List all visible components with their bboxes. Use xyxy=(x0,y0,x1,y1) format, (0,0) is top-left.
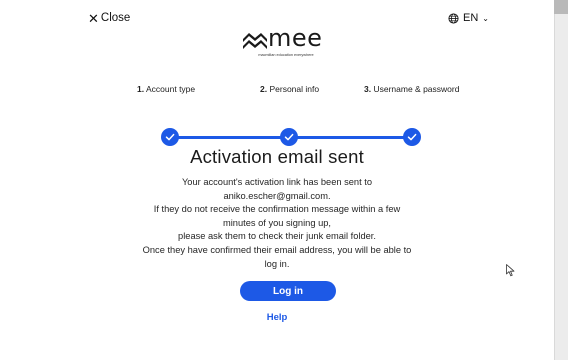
help-link[interactable]: Help xyxy=(0,312,554,323)
step-2-complete-indicator xyxy=(280,128,298,146)
step-2-text: Personal info xyxy=(269,84,320,94)
message-line: Once they have confirmed their email add… xyxy=(142,244,412,255)
message-line: Your account's activation link has been … xyxy=(181,177,373,187)
close-icon: ✕ xyxy=(88,10,99,26)
step-1-number: 1. xyxy=(137,84,145,94)
activation-message: Your account's activation link has been … xyxy=(140,176,414,271)
step-2-number: 2. xyxy=(260,84,268,94)
message-line: please ask them to check their junk emai… xyxy=(178,231,376,242)
logo-wordmark: mee xyxy=(268,24,323,52)
step-3-text: Username & password xyxy=(373,84,460,94)
message-line-email: aniko.escher@gmail.com. xyxy=(223,190,331,201)
page-frame: ✕ Close EN ⌄ mee macmillan education eve… xyxy=(0,0,555,360)
checkmark-icon xyxy=(284,133,294,141)
step-2-label: 2. Personal info xyxy=(260,84,319,94)
signup-stepper: 1. Account type 2. Personal info 3. User… xyxy=(130,84,460,154)
page-title: Activation email sent xyxy=(190,146,364,167)
mouse-pointer-icon xyxy=(506,264,515,282)
message-line: log in. xyxy=(264,258,290,269)
window-corner-tab xyxy=(554,0,568,14)
checkmark-icon xyxy=(165,133,175,141)
chevron-down-icon: ⌄ xyxy=(482,13,489,23)
close-label: Close xyxy=(100,12,131,24)
step-3-complete-indicator xyxy=(403,128,421,146)
message-line: minutes of you signing up, xyxy=(222,217,331,228)
checkmark-icon xyxy=(407,133,417,141)
globe-icon xyxy=(448,12,459,24)
login-button[interactable]: Log in xyxy=(240,281,336,301)
step-1-text: Account type xyxy=(146,84,196,94)
mee-logo-mark xyxy=(243,33,267,49)
language-selector[interactable]: EN ⌄ xyxy=(448,10,489,26)
mee-logo: mee macmillan education everywhere xyxy=(240,24,336,60)
step-3-number: 3. xyxy=(364,84,372,94)
language-label: EN xyxy=(463,12,479,24)
step-1-complete-indicator xyxy=(161,128,179,146)
logo-tagline: macmillan education everywhere xyxy=(258,53,314,57)
help-link-label: Help xyxy=(266,312,288,323)
message-line: If they do not receive the confirmation … xyxy=(153,204,401,215)
close-button[interactable]: ✕ Close xyxy=(88,10,130,26)
step-1-label: 1. Account type xyxy=(137,84,195,94)
step-3-label: 3. Username & password xyxy=(364,84,459,94)
